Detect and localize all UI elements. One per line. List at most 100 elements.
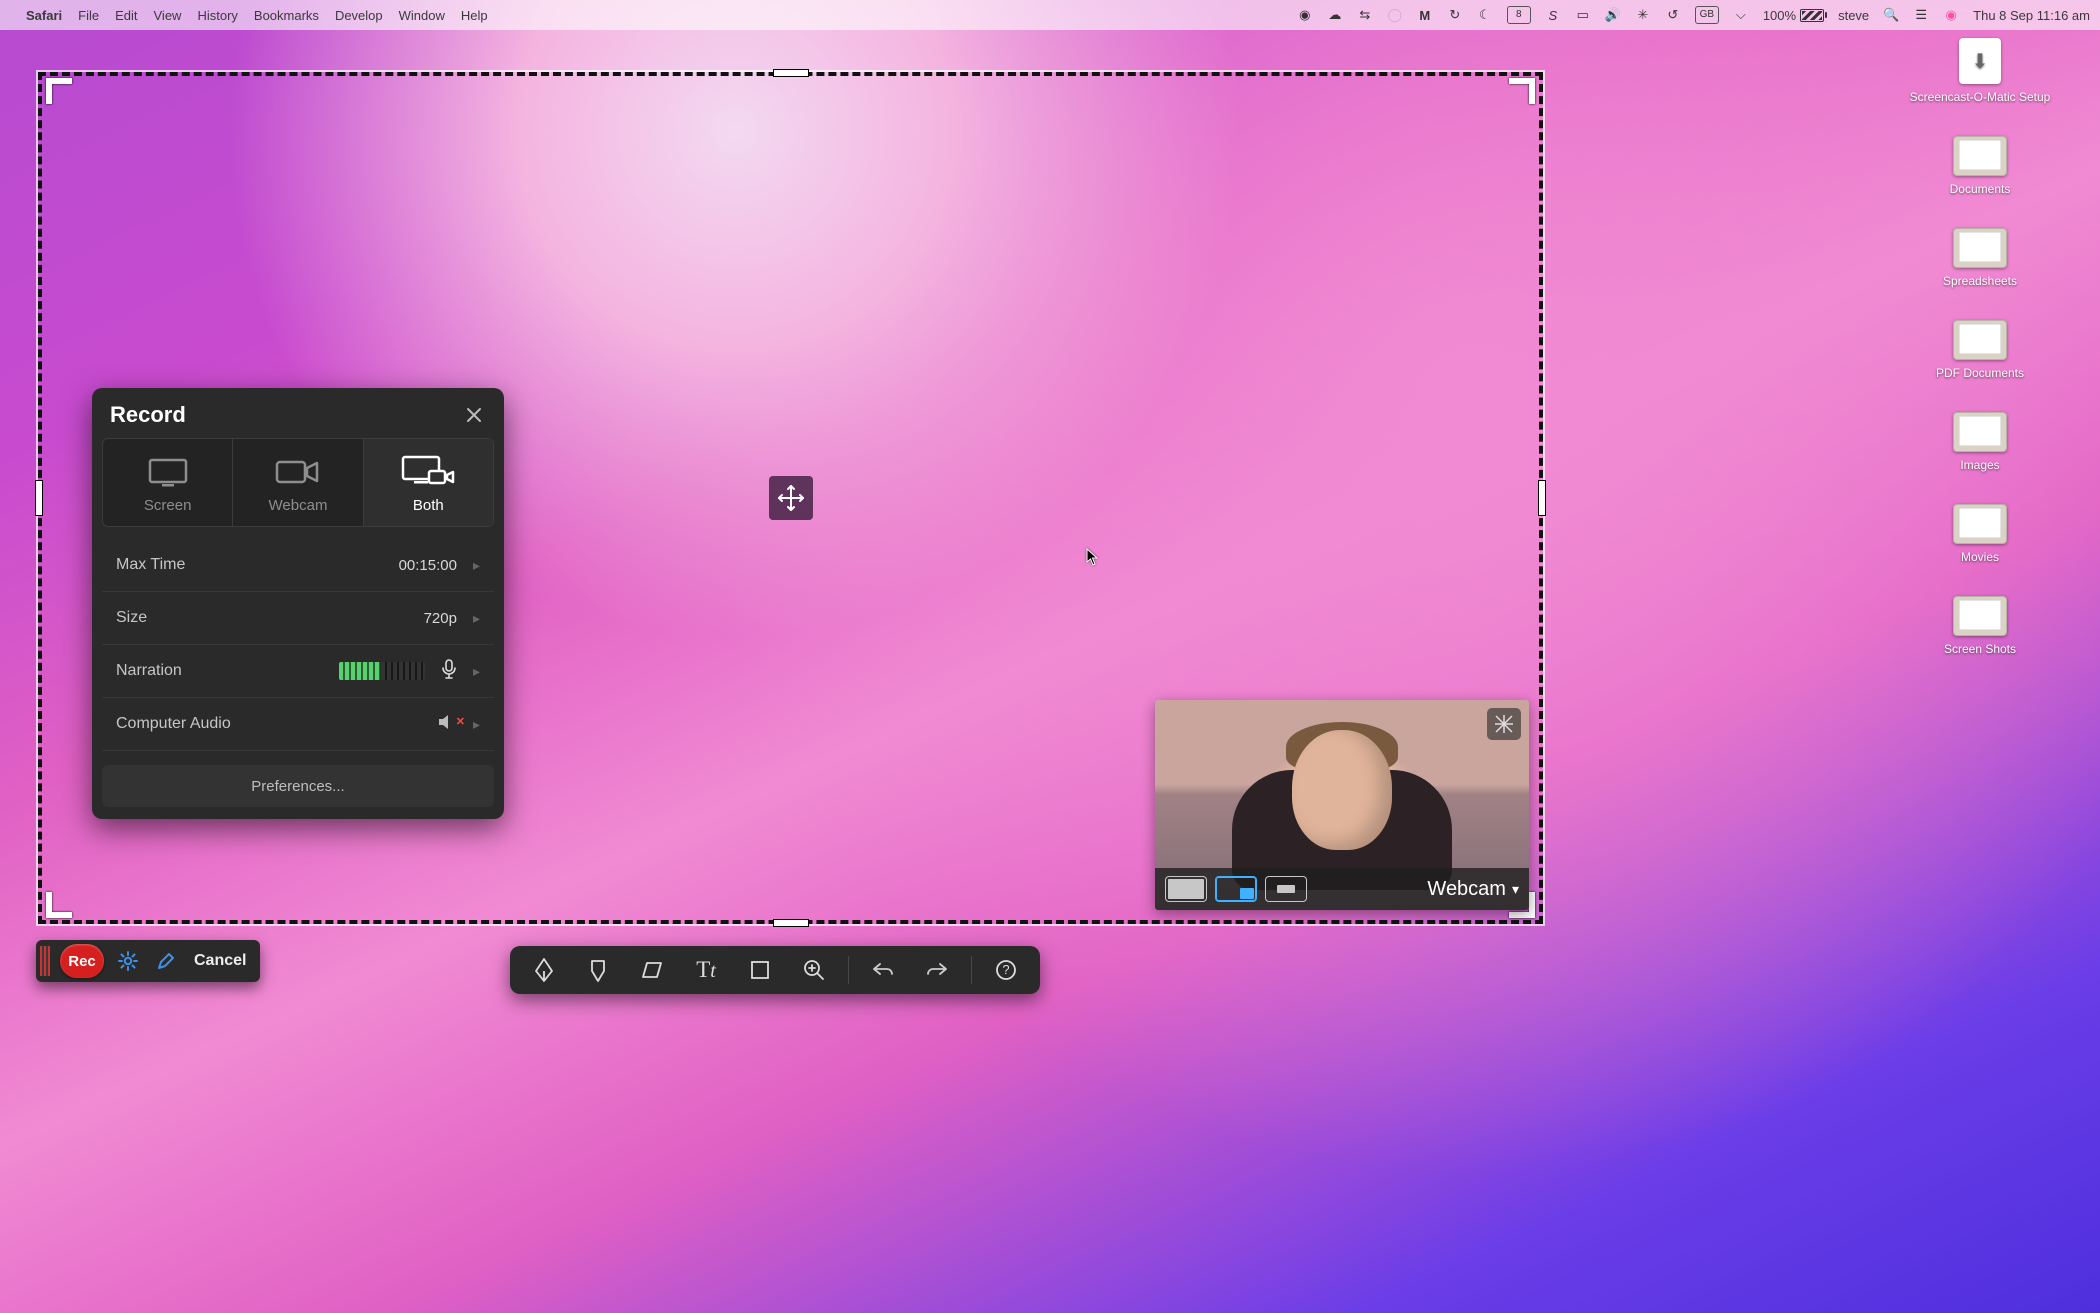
pen-tool-button[interactable] xyxy=(522,950,566,990)
setting-row-size[interactable]: Size 720p ▸ xyxy=(102,592,494,645)
webcam-source-dropdown[interactable]: Webcam ▾ xyxy=(1427,878,1519,901)
close-button[interactable] xyxy=(462,403,486,427)
display-menuextra-icon[interactable]: ▭ xyxy=(1575,7,1591,23)
eraser-tool-button[interactable] xyxy=(630,950,674,990)
volume-menuextra-icon[interactable]: 🔊 xyxy=(1605,7,1621,23)
siri-icon[interactable]: ◉ xyxy=(1943,7,1959,23)
redo-button[interactable] xyxy=(915,950,959,990)
resize-handle-bottom-left[interactable] xyxy=(46,892,72,918)
folder-icon xyxy=(1953,228,2007,268)
undo-icon xyxy=(871,960,895,980)
help-button[interactable]: ? xyxy=(984,950,1028,990)
cancel-button[interactable]: Cancel xyxy=(190,952,250,970)
menu-develop[interactable]: Develop xyxy=(335,8,383,23)
text-tool-button[interactable]: Tt xyxy=(684,950,728,990)
menu-history[interactable]: History xyxy=(197,8,237,23)
highlighter-tool-button[interactable] xyxy=(576,950,620,990)
setting-row-max-time[interactable]: Max Time 00:15:00 ▸ xyxy=(102,539,494,592)
preferences-button[interactable]: Preferences... xyxy=(102,765,494,807)
setting-label: Size xyxy=(116,609,147,627)
webcam-layout-full[interactable] xyxy=(1165,876,1207,902)
app-file-icon: ⬇ xyxy=(1959,38,2001,84)
desktop-item-label: PDF Documents xyxy=(1936,366,2024,380)
cancel-button-label: Cancel xyxy=(194,952,246,969)
chevron-right-icon: ▸ xyxy=(473,610,480,627)
darkmode-menuextra-icon[interactable]: ☾ xyxy=(1477,7,1493,23)
toolbar-separator xyxy=(971,956,972,984)
webcam-preview[interactable]: Webcam ▾ xyxy=(1155,700,1529,910)
cloud-menuextra-icon[interactable]: ◯ xyxy=(1387,7,1403,23)
grid-icon xyxy=(1494,714,1514,734)
record-control-bar: Rec Cancel xyxy=(36,940,260,982)
webcam-layout-pip[interactable] xyxy=(1215,876,1257,902)
folder-icon xyxy=(1953,136,2007,176)
webcam-icon xyxy=(273,455,323,489)
menu-bookmarks[interactable]: Bookmarks xyxy=(254,8,319,23)
desktop-item-spreadsheets[interactable]: Spreadsheets xyxy=(1890,228,2070,288)
refresh-menuextra-icon[interactable]: ↻ xyxy=(1447,7,1463,23)
date-menuextra-icon[interactable]: 8 xyxy=(1507,6,1531,24)
desktop-item-images[interactable]: Images xyxy=(1890,412,2070,472)
menubar-app-name[interactable]: Safari xyxy=(26,8,62,23)
resize-handle-right[interactable] xyxy=(1539,481,1545,515)
script-menuextra-icon[interactable]: S xyxy=(1545,7,1561,23)
desktop-item-label: Images xyxy=(1960,458,1999,472)
move-icon xyxy=(776,483,806,513)
record-button[interactable]: Rec xyxy=(60,944,104,978)
draw-toolbar: Tt ? xyxy=(510,946,1040,994)
dropbox-menuextra-icon[interactable]: ☁ xyxy=(1327,7,1343,23)
settings-button[interactable] xyxy=(114,947,142,975)
keyboard-layout-icon[interactable]: GB xyxy=(1695,6,1719,24)
resize-handle-top-left[interactable] xyxy=(46,78,72,104)
folder-icon xyxy=(1953,320,2007,360)
record-menuextra-icon[interactable]: ◉ xyxy=(1297,7,1313,23)
menubar-username[interactable]: steve xyxy=(1838,8,1869,23)
setting-row-narration[interactable]: Narration ▸ xyxy=(102,645,494,698)
draw-tools-button[interactable] xyxy=(152,947,180,975)
timemachine-menuextra-icon[interactable]: ↺ xyxy=(1665,7,1681,23)
app-menuextra-icon[interactable]: M xyxy=(1417,7,1433,23)
menu-view[interactable]: View xyxy=(154,8,182,23)
help-icon: ? xyxy=(995,959,1017,981)
webcam-source-label: Webcam xyxy=(1427,878,1506,901)
zoom-tool-button[interactable] xyxy=(792,950,836,990)
text-icon: Tt xyxy=(696,957,716,983)
wifi-menuextra-icon[interactable]: ⌵ xyxy=(1733,7,1749,23)
menu-window[interactable]: Window xyxy=(399,8,445,23)
resize-handle-bottom[interactable] xyxy=(774,920,808,926)
desktop-item-movies[interactable]: Movies xyxy=(1890,504,2070,564)
move-region-handle[interactable] xyxy=(769,476,813,520)
menu-file[interactable]: File xyxy=(78,8,99,23)
battery-icon xyxy=(1800,9,1824,22)
webcam-layout-hidden[interactable] xyxy=(1265,876,1307,902)
setting-row-computer-audio[interactable]: Computer Audio ✕ ▸ xyxy=(102,698,494,751)
record-mode-label: Screen xyxy=(144,497,192,514)
mouse-cursor xyxy=(1086,548,1098,566)
close-icon xyxy=(466,407,482,423)
desktop-item-pdf-documents[interactable]: PDF Documents xyxy=(1890,320,2070,380)
sync-menuextra-icon[interactable]: ⇆ xyxy=(1357,7,1373,23)
audio-level-meter xyxy=(339,662,425,680)
shape-tool-button[interactable] xyxy=(738,950,782,990)
undo-button[interactable] xyxy=(861,950,905,990)
desktop-item-screencast-setup[interactable]: ⬇ Screencast-O-Matic Setup xyxy=(1890,38,2070,104)
record-mode-webcam[interactable]: Webcam xyxy=(233,439,363,526)
menu-help[interactable]: Help xyxy=(461,8,488,23)
webcam-settings-button[interactable] xyxy=(1487,708,1521,740)
record-panel: Record Screen Webcam xyxy=(92,388,504,819)
desktop-item-documents[interactable]: Documents xyxy=(1890,136,2070,196)
resize-handle-left[interactable] xyxy=(36,481,42,515)
resize-handle-top[interactable] xyxy=(774,70,808,76)
resize-handle-top-right[interactable] xyxy=(1509,78,1535,104)
spotlight-icon[interactable]: 🔍 xyxy=(1883,7,1899,23)
bluetooth-menuextra-icon[interactable]: ✳ xyxy=(1635,7,1651,23)
battery-menuextra[interactable]: 100% xyxy=(1763,8,1824,23)
speaker-muted-icon: ✕ xyxy=(437,713,457,735)
menu-edit[interactable]: Edit xyxy=(115,8,137,23)
folder-icon xyxy=(1953,412,2007,452)
menubar-clock[interactable]: Thu 8 Sep 11:16 am xyxy=(1973,8,2090,23)
control-center-icon[interactable]: ☰ xyxy=(1913,7,1929,23)
record-mode-screen[interactable]: Screen xyxy=(103,439,233,526)
record-mode-both[interactable]: Both xyxy=(364,439,493,526)
desktop-item-screenshots[interactable]: Screen Shots xyxy=(1890,596,2070,656)
